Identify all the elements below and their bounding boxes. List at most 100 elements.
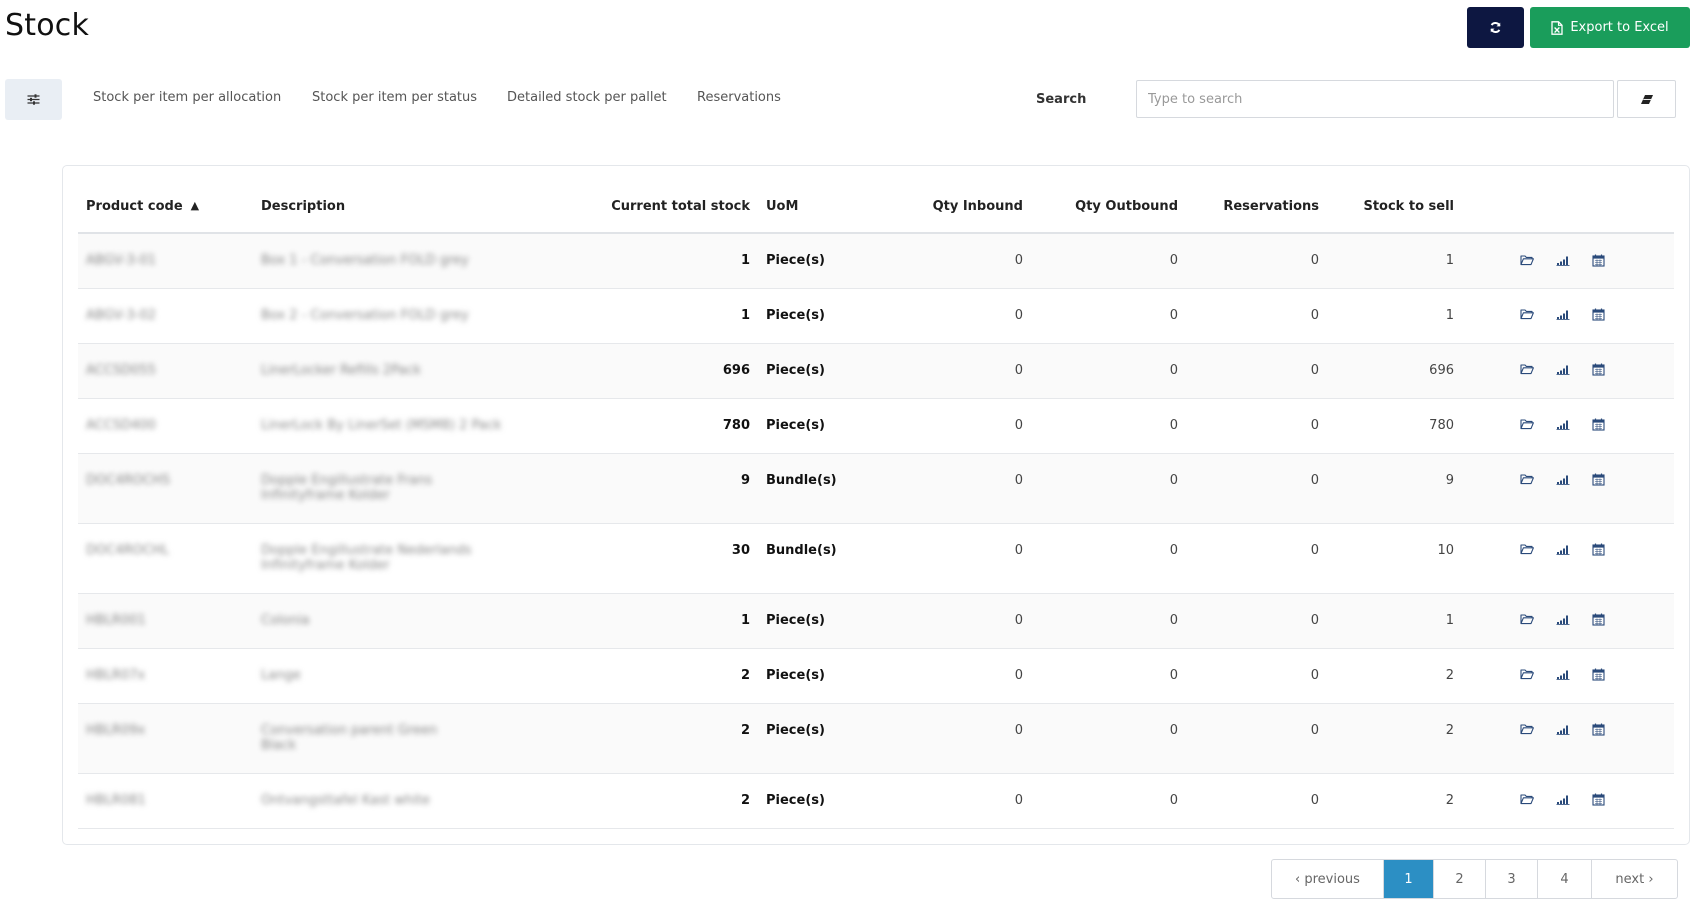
table-row[interactable]: HBLR081 Ontvangsttafel Kast white 2 Piece(s… — [78, 773, 1674, 829]
cell-stock-to-sell: 9 — [1327, 453, 1462, 524]
table-row[interactable]: ACCSD055 LinerLocker Refills 2Pack 696 Piec… — [78, 343, 1674, 399]
table-row[interactable]: DOC4ROCHS Dopple Engillustrate Frans Infin… — [78, 453, 1674, 524]
bar-chart-icon[interactable] — [1556, 543, 1572, 557]
cell-current-total-stock: 9 — [553, 453, 758, 524]
pagination-page-1[interactable]: 1 — [1384, 860, 1434, 898]
calendar-icon[interactable] — [1592, 613, 1608, 627]
bar-chart-icon[interactable] — [1556, 723, 1572, 737]
product-code-text: ABGV-3-02 — [86, 307, 156, 323]
bar-chart-icon[interactable] — [1556, 473, 1572, 487]
column-header-qty-inbound[interactable]: Qty Inbound — [901, 166, 1031, 234]
calendar-icon[interactable] — [1592, 723, 1608, 737]
bar-chart-icon[interactable] — [1556, 418, 1572, 432]
column-header-stock-to-sell[interactable]: Stock to sell — [1327, 166, 1462, 234]
refresh-button[interactable] — [1467, 7, 1524, 48]
table-row[interactable]: ABGV-3-02 Box 2 - Conversation FOLD grey 1… — [78, 288, 1674, 344]
cell-product-code: DOC4ROCHL — [78, 523, 253, 594]
page-title: Stock — [5, 8, 90, 43]
cell-current-total-stock: 1 — [553, 288, 758, 344]
cell-reservations: 0 — [1186, 288, 1327, 344]
search-input[interactable] — [1136, 80, 1614, 118]
pagination: ‹ previous 1 2 3 4 next › — [1271, 859, 1678, 899]
pagination-next[interactable]: next › — [1592, 860, 1677, 898]
cell-product-code: HBLR09x — [78, 703, 253, 774]
cell-product-code: HBLR081 — [78, 773, 253, 829]
clear-search-button[interactable] — [1617, 80, 1676, 118]
search-label: Search — [1036, 92, 1087, 107]
column-header-qty-outbound[interactable]: Qty Outbound — [1031, 166, 1186, 234]
description-line-1: Lange — [261, 667, 301, 683]
folder-icon[interactable] — [1520, 613, 1536, 627]
table-row[interactable]: HBLR001 Colonia 1 Piece(s) 0 0 0 1 — [78, 593, 1674, 649]
table-row[interactable]: DOC4ROCHL Dopple Engillustrate Nederlands… — [78, 523, 1674, 594]
table-row[interactable]: HBLR07x Lange 2 Piece(s) 0 0 0 2 — [78, 648, 1674, 704]
filter-toggle-button[interactable] — [5, 79, 62, 120]
cell-uom: Bundle(s) — [758, 453, 901, 524]
column-header-description[interactable]: Description — [253, 166, 553, 234]
calendar-icon[interactable] — [1592, 543, 1608, 557]
calendar-icon[interactable] — [1592, 793, 1608, 807]
calendar-icon[interactable] — [1592, 308, 1608, 322]
table-row[interactable]: ABGV-3-01 Box 1 - Conversation FOLD grey 1… — [78, 233, 1674, 289]
calendar-icon[interactable] — [1592, 418, 1608, 432]
bar-chart-icon[interactable] — [1556, 308, 1572, 322]
cell-qty-outbound: 0 — [1031, 593, 1186, 649]
folder-icon[interactable] — [1520, 668, 1536, 682]
cell-current-total-stock: 2 — [553, 648, 758, 704]
pagination-page-4[interactable]: 4 — [1538, 860, 1592, 898]
folder-icon[interactable] — [1520, 418, 1536, 432]
cell-qty-inbound: 0 — [901, 593, 1031, 649]
calendar-icon[interactable] — [1592, 254, 1608, 268]
cell-reservations: 0 — [1186, 703, 1327, 774]
folder-icon[interactable] — [1520, 793, 1536, 807]
tab-reservations[interactable]: Reservations — [697, 90, 781, 105]
bar-chart-icon[interactable] — [1556, 613, 1572, 627]
column-header-current-total-stock[interactable]: Current total stock — [553, 166, 758, 234]
column-header-label: Product code — [86, 198, 183, 214]
bar-chart-icon[interactable] — [1556, 668, 1572, 682]
cell-reservations: 0 — [1186, 593, 1327, 649]
cell-qty-inbound: 0 — [901, 453, 1031, 524]
product-code-text: HBLR081 — [86, 792, 146, 808]
folder-icon[interactable] — [1520, 363, 1536, 377]
calendar-icon[interactable] — [1592, 473, 1608, 487]
description-line-2: Infinityframe Kolder — [261, 557, 390, 573]
cell-product-code: HBLR07x — [78, 648, 253, 704]
tab-detailed-stock-per-pallet[interactable]: Detailed stock per pallet — [507, 90, 667, 105]
cell-reservations: 0 — [1186, 453, 1327, 524]
folder-icon[interactable] — [1520, 254, 1536, 268]
calendar-icon[interactable] — [1592, 668, 1608, 682]
pagination-page-2[interactable]: 2 — [1434, 860, 1486, 898]
tab-stock-per-allocation[interactable]: Stock per item per allocation — [93, 90, 281, 105]
export-excel-button[interactable]: Export to Excel — [1530, 7, 1690, 48]
folder-icon[interactable] — [1520, 723, 1536, 737]
description-line-1: Dopple Engillustrate Nederlands — [261, 542, 472, 558]
calendar-icon[interactable] — [1592, 363, 1608, 377]
column-header-reservations[interactable]: Reservations — [1186, 166, 1327, 234]
eraser-icon — [1640, 94, 1653, 104]
column-header-product-code[interactable]: Product code ▲ — [78, 166, 253, 234]
bar-chart-icon[interactable] — [1556, 793, 1572, 807]
cell-qty-outbound: 0 — [1031, 343, 1186, 399]
bar-chart-icon[interactable] — [1556, 254, 1572, 268]
cell-uom: Piece(s) — [758, 773, 901, 829]
description-line-1: Box 2 - Conversation FOLD grey — [261, 307, 469, 323]
cell-description: Box 1 - Conversation FOLD grey — [253, 233, 553, 289]
bar-chart-icon[interactable] — [1556, 363, 1572, 377]
tab-stock-per-status[interactable]: Stock per item per status — [312, 90, 477, 105]
cell-uom: Piece(s) — [758, 233, 901, 289]
cell-stock-to-sell: 2 — [1327, 648, 1462, 704]
pagination-previous[interactable]: ‹ previous — [1272, 860, 1384, 898]
description-line-1: Box 1 - Conversation FOLD grey — [261, 253, 469, 268]
folder-icon[interactable] — [1520, 543, 1536, 557]
column-header-uom[interactable]: UoM — [758, 166, 901, 234]
cell-qty-outbound: 0 — [1031, 703, 1186, 774]
folder-icon[interactable] — [1520, 473, 1536, 487]
folder-icon[interactable] — [1520, 308, 1536, 322]
cell-current-total-stock: 780 — [553, 398, 758, 454]
stock-table-card: Product code ▲ Description Current total … — [62, 165, 1690, 845]
table-row[interactable]: ACCSD400 LinerLock By LinerSet (MSM8) 2 P… — [78, 398, 1674, 454]
cell-current-total-stock: 30 — [553, 523, 758, 594]
table-row[interactable]: HBLR09x Conversation parent Green Black 2 Pi… — [78, 703, 1674, 774]
pagination-page-3[interactable]: 3 — [1486, 860, 1538, 898]
